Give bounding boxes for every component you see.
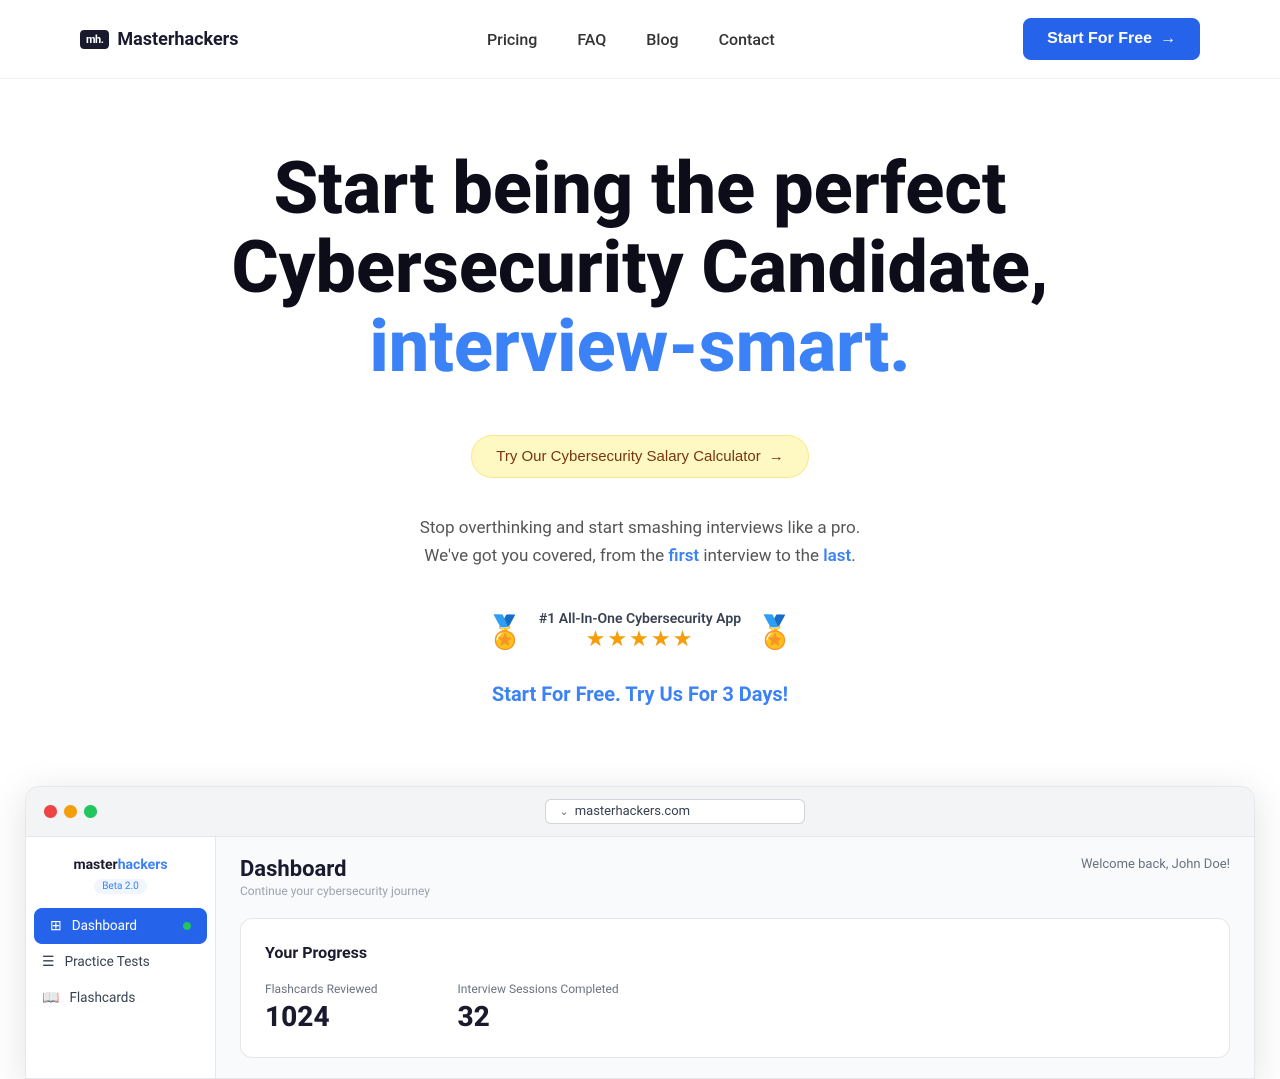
beta-badge: Beta 2.0	[94, 879, 147, 894]
url-bar: ⌄ masterhackers.com	[545, 799, 805, 824]
sidebar-item-practice-tests[interactable]: ☰ Practice Tests	[26, 944, 215, 980]
hero-title-accent: interview-smart.	[369, 304, 910, 389]
try-us-cta[interactable]: Try Us For 3 Days!	[625, 682, 788, 706]
sidebar-item-dashboard[interactable]: ⊞ Dashboard	[34, 908, 207, 944]
close-dot	[44, 805, 57, 818]
dashboard-icon: ⊞	[50, 918, 62, 934]
hero-title: Start being the perfect Cybersecurity Ca…	[190, 149, 1090, 387]
flashcards-stat: Flashcards Reviewed 1024	[265, 982, 378, 1033]
logo-badge: mh.	[80, 30, 109, 49]
flashcards-icon: 📖	[42, 990, 59, 1006]
app-sidebar: masterhackers Beta 2.0 ⊞ Dashboard ☰ Pra…	[26, 837, 216, 1078]
url-lock-icon: ⌄	[560, 805, 569, 818]
laurel-left-icon: 🏅	[485, 613, 525, 651]
app-logo: masterhackers	[26, 857, 215, 879]
nav-contact[interactable]: Contact	[719, 30, 775, 49]
logo[interactable]: mh. Masterhackers	[80, 29, 239, 50]
award-section: 🏅 #1 All-In-One Cybersecurity App ★★★★★ …	[40, 611, 1240, 652]
award-text: #1 All-In-One Cybersecurity App	[539, 611, 741, 627]
nav-pricing[interactable]: Pricing	[487, 30, 537, 49]
laurel-right-icon: 🏅	[755, 613, 795, 651]
practice-tests-icon: ☰	[42, 954, 55, 970]
salary-calculator-button[interactable]: Try Our Cybersecurity Salary Calculator …	[471, 435, 809, 478]
hero-section: Start being the perfect Cybersecurity Ca…	[0, 79, 1280, 786]
minimize-dot	[64, 805, 77, 818]
start-for-free-button[interactable]: Start For Free →	[1023, 18, 1200, 60]
browser-mockup: ⌄ masterhackers.com masterhackers Beta 2…	[25, 786, 1255, 1079]
nav-blog[interactable]: Blog	[646, 30, 678, 49]
navbar: mh. Masterhackers Pricing FAQ Blog Conta…	[0, 0, 1280, 79]
dashboard-header: Dashboard Continue your cybersecurity jo…	[240, 857, 1230, 898]
maximize-dot	[84, 805, 97, 818]
browser-bar: ⌄ masterhackers.com	[26, 787, 1254, 837]
interview-sessions-stat: Interview Sessions Completed 32	[458, 982, 619, 1033]
welcome-message: Welcome back, John Doe!	[1081, 857, 1230, 872]
app-main-content: Dashboard Continue your cybersecurity jo…	[216, 837, 1254, 1078]
nav-links: Pricing FAQ Blog Contact	[487, 30, 775, 49]
logo-name: Masterhackers	[117, 29, 238, 50]
progress-stats: Flashcards Reviewed 1024 Interview Sessi…	[265, 982, 1205, 1033]
star-rating: ★★★★★	[539, 627, 741, 652]
hero-free-text: Start For Free. Try Us For 3 Days!	[40, 682, 1240, 706]
hero-subtitle: Stop overthinking and start smashing int…	[340, 514, 940, 572]
progress-title: Your Progress	[265, 943, 1205, 962]
dashboard-subtitle: Continue your cybersecurity journey	[240, 884, 430, 898]
progress-card: Your Progress Flashcards Reviewed 1024 I…	[240, 918, 1230, 1058]
nav-faq[interactable]: FAQ	[577, 30, 606, 49]
sidebar-item-flashcards[interactable]: 📖 Flashcards	[26, 980, 215, 1016]
dashboard-title: Dashboard	[240, 857, 430, 882]
app-content: masterhackers Beta 2.0 ⊞ Dashboard ☰ Pra…	[26, 837, 1254, 1078]
active-dot	[183, 922, 191, 930]
window-controls	[44, 805, 97, 818]
